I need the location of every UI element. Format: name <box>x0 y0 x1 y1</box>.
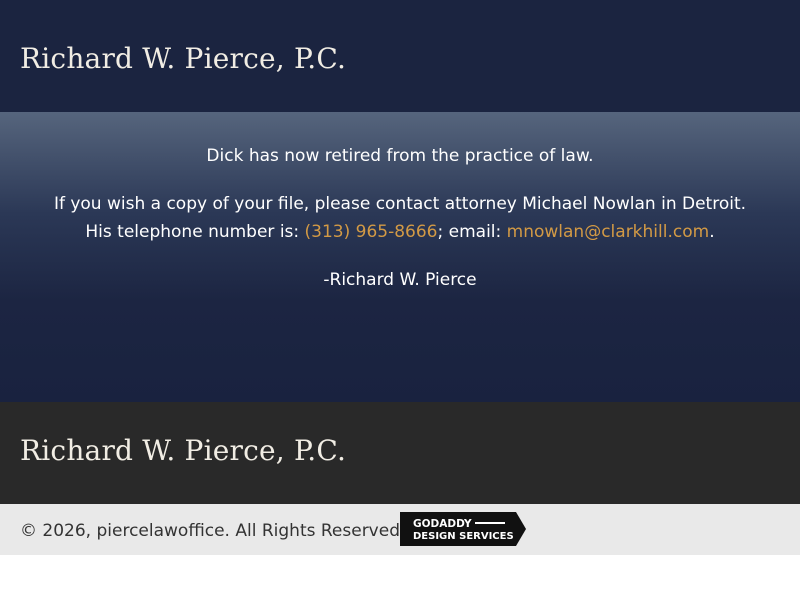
email-link[interactable]: mnowlan@clarkhill.com <box>507 222 710 242</box>
header-brand-link[interactable]: Richard W. Pierce, P.C. <box>20 42 346 75</box>
contact-period: . <box>709 222 715 242</box>
email-label: ; email: <box>437 222 507 242</box>
retired-message: Dick has now retired from the practice o… <box>206 146 594 166</box>
badge-divider <box>475 522 505 524</box>
footer-brand-section: Richard W. Pierce, P.C. <box>0 402 800 504</box>
godaddy-design-services-badge[interactable]: GODADDY DESIGN SERVICES <box>400 512 526 546</box>
footer-copyright-bar: © 2026, piercelawoffice. All Rights Rese… <box>0 504 800 555</box>
signature: -Richard W. Pierce <box>323 270 477 290</box>
badge-line-1: GODADDY <box>413 518 472 530</box>
contact-paragraph: If you wish a copy of your file, please … <box>40 190 760 246</box>
footer-brand-link[interactable]: Richard W. Pierce, P.C. <box>20 434 346 467</box>
hero-section: Dick has now retired from the practice o… <box>0 112 800 402</box>
copyright-text: © 2026, piercelawoffice. All Rights Rese… <box>20 521 406 541</box>
badge-line-2: DESIGN SERVICES <box>413 531 514 542</box>
phone-link[interactable]: (313) 965-8666 <box>305 222 438 242</box>
site-header: Richard W. Pierce, P.C. <box>0 0 800 112</box>
